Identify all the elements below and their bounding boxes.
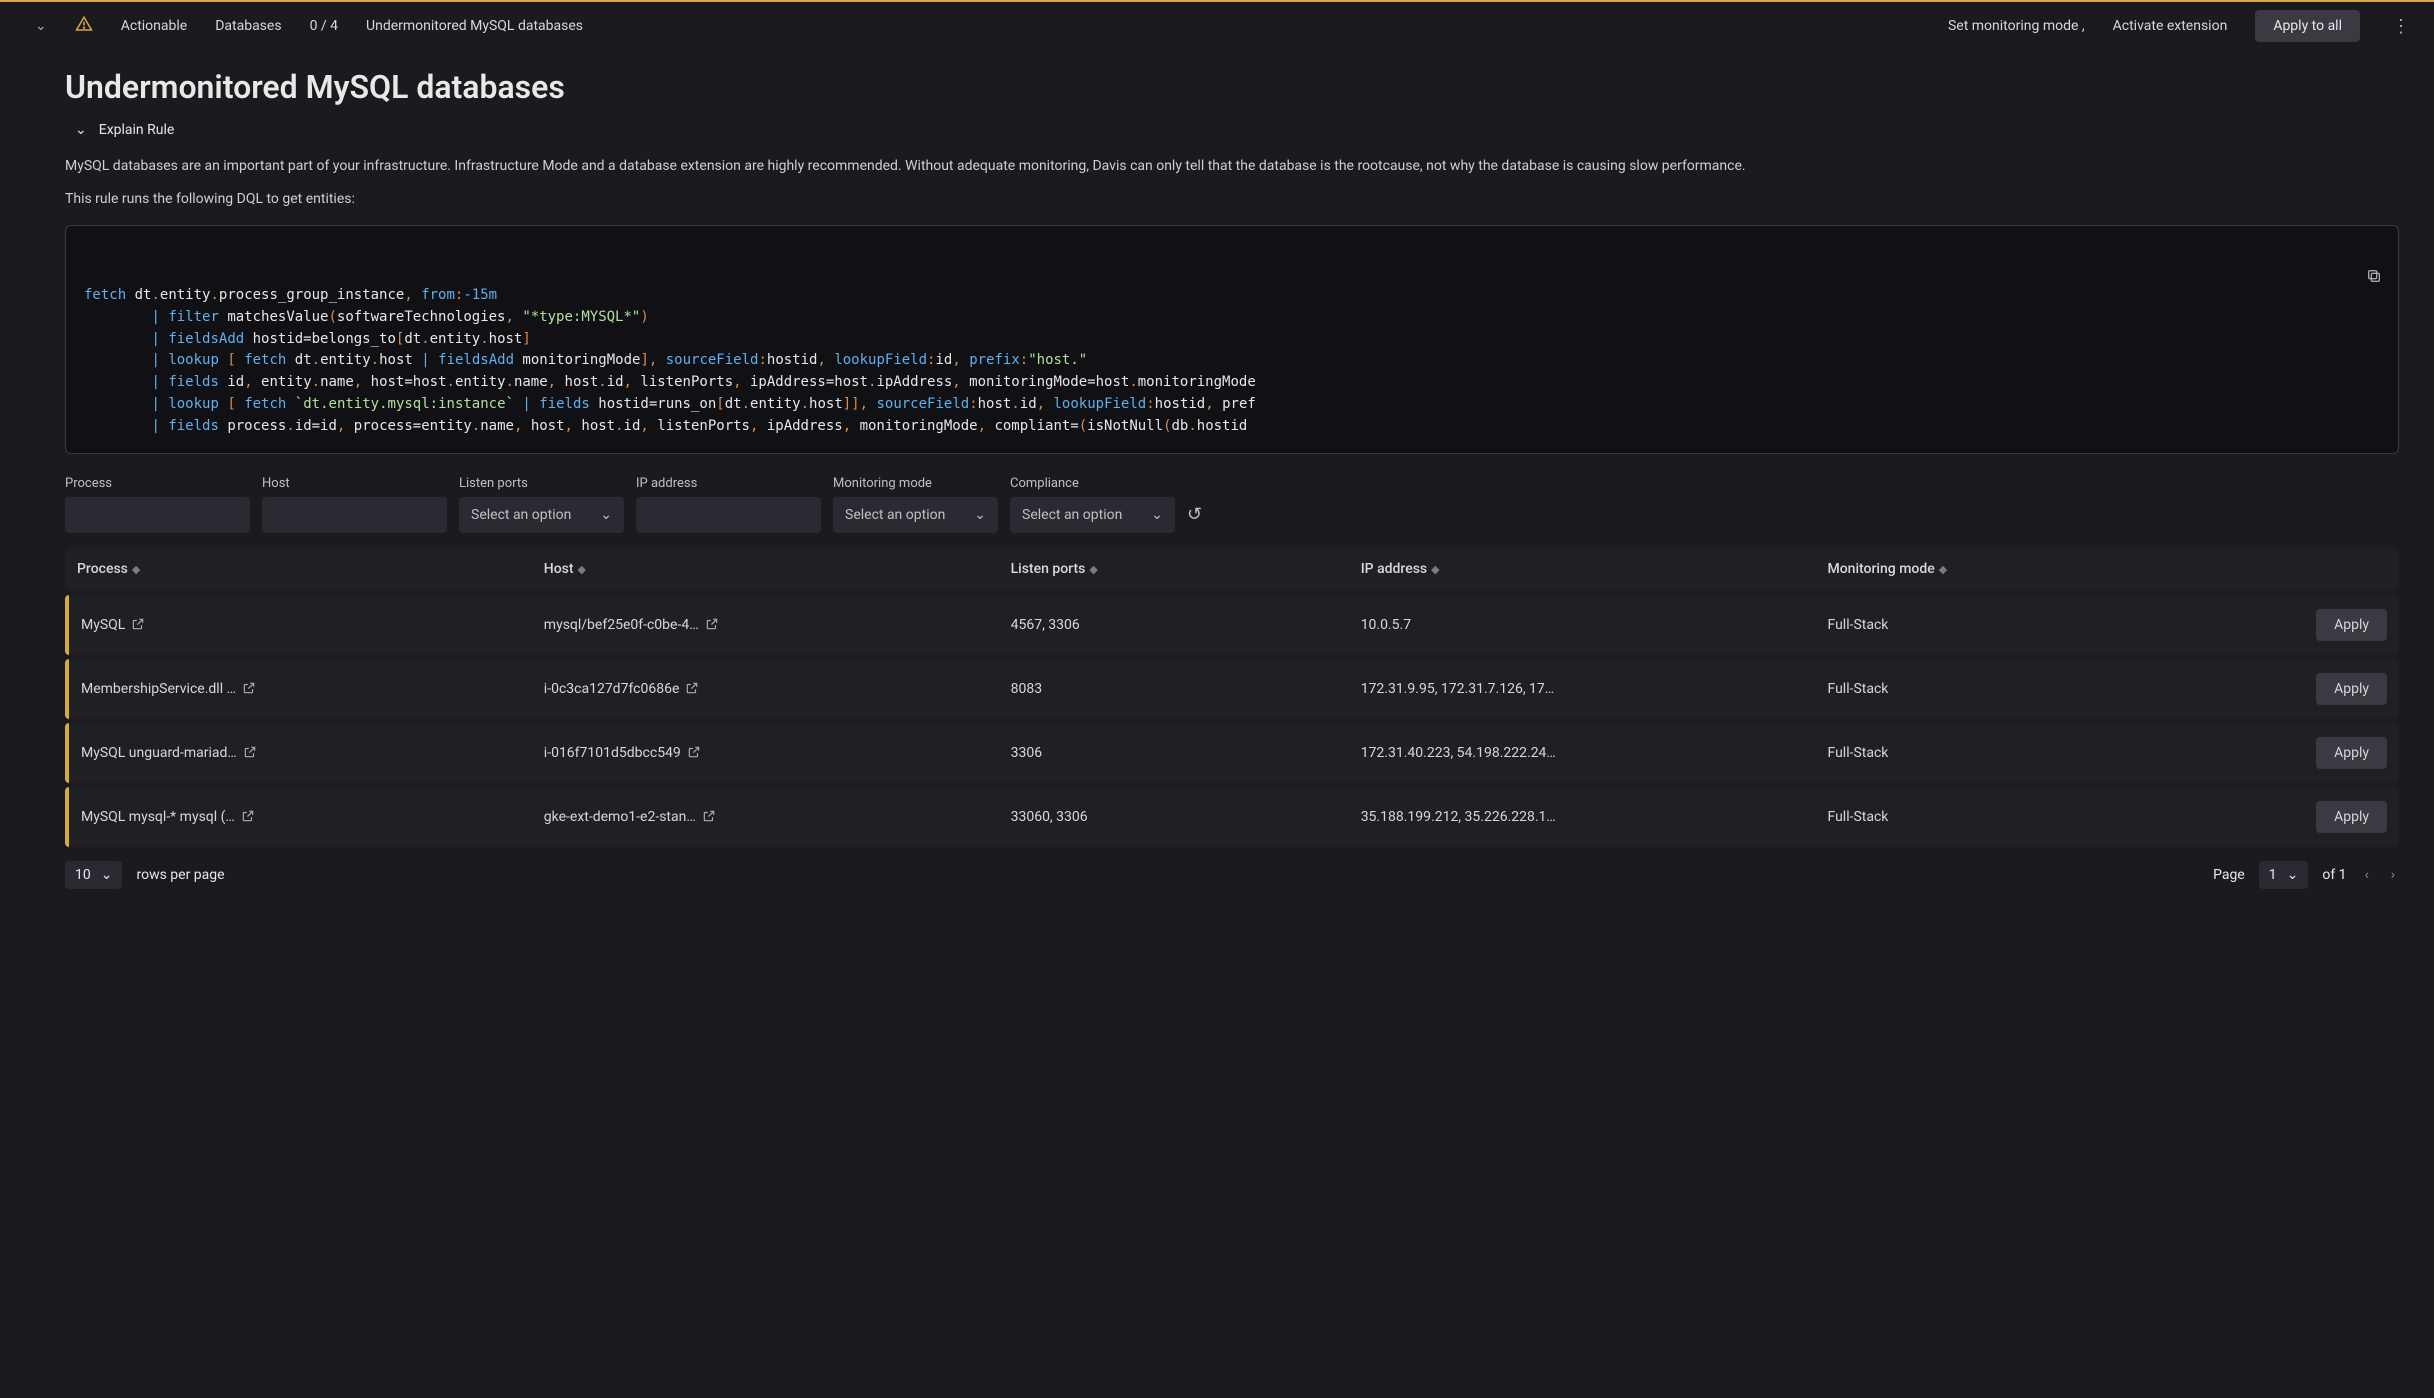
chevron-down-icon: ⌄ — [2287, 867, 2299, 883]
table-row: MembershipService.dll … i-0c3ca127d7fc068… — [65, 659, 2399, 719]
external-link-icon[interactable] — [243, 745, 257, 759]
external-link-icon[interactable] — [705, 617, 719, 631]
sort-icon: ◆ — [1939, 563, 1947, 576]
apply-button[interactable]: Apply — [2316, 609, 2387, 641]
filter-select-compliance[interactable]: Select an option⌄ — [1010, 497, 1175, 533]
pagination-bar: 10⌄ rows per page Page 1⌄ of 1 ‹ › — [0, 851, 2434, 909]
host-cell: mysql/bef25e0f-c0be-4… — [544, 617, 699, 633]
external-link-icon[interactable] — [242, 681, 256, 695]
table-row: MySQL mysql-* mysql (… gke-ext-demo1-e2-s… — [65, 787, 2399, 847]
sort-icon: ◆ — [1431, 563, 1439, 576]
rule-description: MySQL databases are an important part of… — [0, 146, 2434, 181]
reset-filters-icon[interactable]: ↺ — [1187, 504, 1202, 533]
page-title: Undermonitored MySQL databases — [0, 50, 2434, 114]
listenports-cell: 33060, 3306 — [999, 787, 1349, 847]
table-row: MySQL mysql/bef25e0f-c0be-4… 4567, 3306 10.… — [65, 595, 2399, 655]
set-monitoring-mode-link[interactable]: Set monitoring mode , — [1948, 18, 2085, 34]
listenports-cell: 4567, 3306 — [999, 595, 1349, 655]
process-cell: MembershipService.dll … — [81, 681, 236, 697]
ip-cell: 172.31.9.95, 172.31.7.126, 17… — [1361, 681, 1554, 697]
monitoring-cell: Full-Stack — [1815, 787, 2165, 847]
external-link-icon[interactable] — [685, 681, 699, 695]
results-table: Process◆ Host◆ Listen ports◆ IP address◆… — [65, 543, 2399, 851]
monitoring-cell: Full-Stack — [1815, 723, 2165, 783]
filter-label-host: Host — [262, 476, 447, 491]
page-label: Page — [2213, 867, 2245, 883]
apply-button[interactable]: Apply — [2316, 801, 2387, 833]
apply-to-all-button[interactable]: Apply to all — [2255, 10, 2360, 42]
filter-select-listenports[interactable]: Select an option⌄ — [459, 497, 624, 533]
table-row: MySQL unguard-mariad… i-016f7101d5dbcc549… — [65, 723, 2399, 783]
chevron-down-icon: ⌄ — [600, 507, 612, 523]
rule-title: Undermonitored MySQL databases — [366, 18, 583, 34]
filter-label-process: Process — [65, 476, 250, 491]
filter-label-compliance: Compliance — [1010, 476, 1175, 491]
host-cell: i-0c3ca127d7fc0686e — [544, 681, 680, 697]
col-process[interactable]: Process◆ — [65, 547, 532, 591]
apply-button[interactable]: Apply — [2316, 673, 2387, 705]
actionable-label: Actionable — [121, 18, 187, 34]
filter-label-listen: Listen ports — [459, 476, 624, 491]
filter-select-monitoring[interactable]: Select an option⌄ — [833, 497, 998, 533]
sort-icon: ◆ — [1089, 563, 1097, 576]
external-link-icon[interactable] — [241, 809, 255, 823]
activate-extension-link[interactable]: Activate extension — [2113, 18, 2228, 34]
col-ip[interactable]: IP address◆ — [1349, 547, 1816, 591]
rows-per-page-label: rows per page — [136, 867, 224, 883]
chevron-down-icon: ⌄ — [101, 867, 113, 883]
external-link-icon[interactable] — [687, 745, 701, 759]
filter-bar: Process Host Listen ports Select an opti… — [0, 472, 2434, 543]
page-number-select[interactable]: 1⌄ — [2259, 861, 2309, 889]
chevron-down-icon: ⌄ — [974, 507, 986, 523]
rule-subdescription: This rule runs the following DQL to get … — [0, 181, 2434, 217]
collapse-chevron-icon[interactable]: ⌄ — [35, 18, 47, 34]
external-link-icon[interactable] — [131, 617, 145, 631]
rows-per-page-select[interactable]: 10⌄ — [65, 861, 122, 889]
topbar: ⌄ Actionable Databases 0 / 4 Undermonito… — [0, 0, 2434, 50]
chevron-down-icon: ⌄ — [1151, 507, 1163, 523]
process-cell: MySQL unguard-mariad… — [81, 745, 237, 761]
filter-input-process[interactable] — [65, 497, 250, 533]
page-total-label: of 1 — [2322, 867, 2346, 883]
host-cell: gke-ext-demo1-e2-stan… — [544, 809, 696, 825]
ip-cell: 35.188.199.212, 35.226.228.1… — [1361, 809, 1556, 825]
col-listen[interactable]: Listen ports◆ — [999, 547, 1349, 591]
table-header-row: Process◆ Host◆ Listen ports◆ IP address◆… — [65, 547, 2399, 591]
ip-cell: 172.31.40.223, 54.198.222.24… — [1361, 745, 1556, 761]
explain-rule-label: Explain Rule — [99, 122, 175, 138]
prev-page-icon[interactable]: ‹ — [2361, 863, 2373, 887]
filter-label-monitoring: Monitoring mode — [833, 476, 998, 491]
explain-rule-toggle[interactable]: ⌄ Explain Rule — [0, 114, 2434, 146]
chevron-down-icon: ⌄ — [75, 122, 87, 138]
dql-code-block: fetch dt.entity.process_group_instance, … — [65, 225, 2399, 454]
process-cell: MySQL mysql-* mysql (… — [81, 809, 235, 825]
col-host[interactable]: Host◆ — [532, 547, 999, 591]
next-page-icon[interactable]: › — [2387, 863, 2399, 887]
monitoring-cell: Full-Stack — [1815, 659, 2165, 719]
sort-icon: ◆ — [578, 563, 586, 576]
warning-icon — [75, 15, 93, 38]
external-link-icon[interactable] — [702, 809, 716, 823]
listenports-cell: 3306 — [999, 723, 1349, 783]
ip-cell: 10.0.5.7 — [1361, 617, 1411, 633]
more-menu-icon[interactable]: ⋮ — [2388, 16, 2414, 37]
filter-input-ip[interactable] — [636, 497, 821, 533]
listenports-cell: 8083 — [999, 659, 1349, 719]
count-label: 0 / 4 — [310, 18, 338, 34]
col-monitoring[interactable]: Monitoring mode◆ — [1815, 547, 2165, 591]
databases-label: Databases — [215, 18, 281, 34]
apply-button[interactable]: Apply — [2316, 737, 2387, 769]
host-cell: i-016f7101d5dbcc549 — [544, 745, 681, 761]
monitoring-cell: Full-Stack — [1815, 595, 2165, 655]
sort-icon: ◆ — [132, 563, 140, 576]
process-cell: MySQL — [81, 617, 125, 633]
copy-icon[interactable] — [2323, 238, 2386, 320]
filter-label-ip: IP address — [636, 476, 821, 491]
filter-input-host[interactable] — [262, 497, 447, 533]
